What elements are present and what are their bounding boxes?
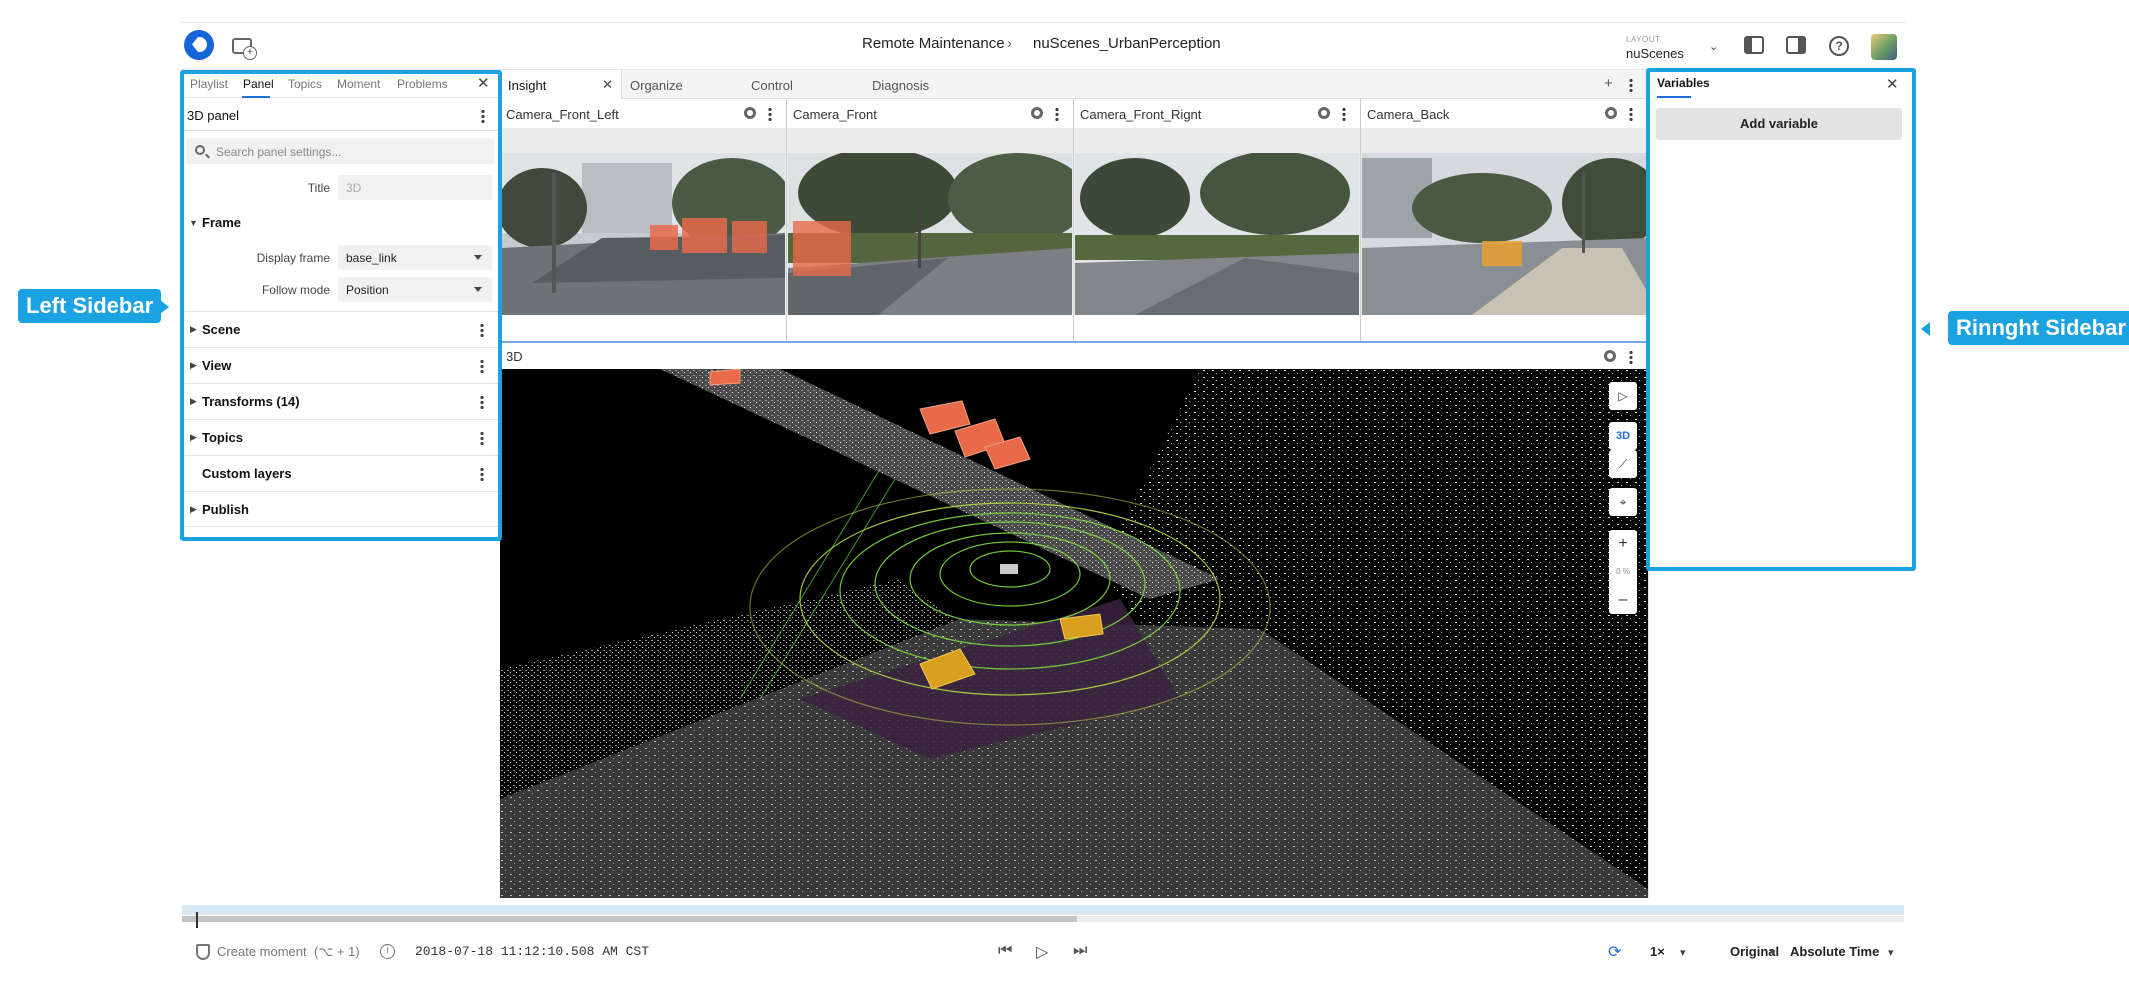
playback-speed-select[interactable]: 1× bbox=[1650, 944, 1665, 959]
time-format-select[interactable]: Absolute Time bbox=[1790, 944, 1879, 959]
camera-panel-header: Camera_Front bbox=[787, 99, 1073, 128]
chevron-down-icon[interactable]: ▾ bbox=[1680, 946, 1686, 959]
gear-icon[interactable] bbox=[1605, 107, 1617, 119]
layout-selector[interactable]: nuScenes bbox=[1626, 46, 1684, 61]
zoom-control: + 0 % – bbox=[1609, 530, 1637, 614]
tab-label: Insight bbox=[508, 78, 547, 93]
camera-image-front-left bbox=[502, 153, 785, 315]
create-moment-shortcut: (⌥ + 1) bbox=[314, 944, 360, 959]
right-sidebar-callout: Rinnght Sidebar bbox=[1948, 311, 2129, 345]
timeline-track[interactable] bbox=[182, 905, 1904, 915]
panel-menu-icon[interactable] bbox=[1629, 350, 1633, 364]
camera-panel-header: Camera_Back bbox=[1361, 99, 1648, 128]
toggle-left-sidebar-icon[interactable] bbox=[1744, 36, 1764, 54]
breadcrumb-separator-icon: › bbox=[1007, 35, 1012, 52]
play-icon[interactable]: ▷ bbox=[1036, 942, 1048, 962]
panel-3d-header: 3D bbox=[500, 341, 1648, 369]
callout-arrow-icon bbox=[1921, 322, 1930, 336]
help-icon[interactable]: ? bbox=[1829, 36, 1849, 56]
new-window-icon[interactable] bbox=[232, 38, 257, 60]
tab-control[interactable]: Control bbox=[743, 70, 801, 99]
info-icon[interactable]: i bbox=[380, 944, 395, 959]
create-moment-button[interactable]: Create moment bbox=[217, 944, 307, 959]
panel-divider bbox=[786, 99, 787, 341]
left-sidebar-highlight bbox=[180, 70, 502, 541]
breadcrumb-current[interactable]: nuScenes_UrbanPerception bbox=[1033, 35, 1221, 52]
add-tab-icon[interactable]: + bbox=[1604, 75, 1613, 92]
camera-panel-header: Camera_Front_Left bbox=[500, 99, 786, 128]
skip-back-icon[interactable]: ⏮ bbox=[998, 942, 1012, 960]
zoom-in-icon[interactable]: + bbox=[1609, 530, 1637, 558]
tab-diagnosis[interactable]: Diagnosis bbox=[864, 70, 937, 99]
breadcrumb-parent[interactable]: Remote Maintenance bbox=[862, 35, 1005, 52]
zoom-out-icon[interactable]: – bbox=[1609, 586, 1637, 614]
app-window: Remote Maintenance › nuScenes_UrbanPerce… bbox=[0, 0, 2129, 991]
current-timestamp: 2018-07-18 11:12:10.508 AM CST bbox=[415, 944, 650, 959]
timeline-progress bbox=[182, 916, 1077, 922]
tab-organize[interactable]: Organize bbox=[622, 70, 691, 99]
camera-panel-title: Camera_Back bbox=[1367, 107, 1450, 122]
right-sidebar-highlight bbox=[1646, 68, 1916, 571]
gear-icon[interactable] bbox=[1604, 350, 1616, 362]
chevron-down-icon[interactable]: ▾ bbox=[1888, 946, 1894, 959]
callout-arrow-icon bbox=[160, 300, 169, 314]
camera-image-front bbox=[788, 153, 1072, 315]
close-tab-icon[interactable]: ✕ bbox=[602, 77, 613, 93]
timeline-remaining bbox=[1077, 916, 1904, 922]
timeline-playhead[interactable] bbox=[196, 912, 198, 928]
loop-icon[interactable]: ⟳ bbox=[1608, 942, 1621, 962]
layout-label: LAYOUT bbox=[1626, 35, 1661, 44]
panel-menu-icon[interactable] bbox=[1629, 107, 1633, 121]
camera-panel-title: Camera_Front_Left bbox=[506, 107, 619, 122]
app-logo-icon[interactable] bbox=[184, 30, 214, 60]
tab-insight[interactable]: Insight ✕ bbox=[500, 70, 622, 99]
lidar-3d-viewport[interactable] bbox=[500, 369, 1648, 898]
user-avatar[interactable] bbox=[1871, 34, 1897, 60]
select-tool-icon[interactable]: ▷ bbox=[1609, 382, 1637, 410]
tabs-menu-icon[interactable] bbox=[1629, 78, 1633, 92]
skip-forward-icon[interactable]: ⏭ bbox=[1073, 942, 1087, 960]
focus-target-icon[interactable]: ⌖ bbox=[1609, 488, 1637, 516]
camera-panel-title: Camera_Front bbox=[793, 107, 877, 122]
camera-panel-title: Camera_Front_Rignt bbox=[1080, 107, 1202, 122]
panel-menu-icon[interactable] bbox=[768, 107, 772, 121]
panel-divider bbox=[1073, 99, 1074, 341]
chevron-down-icon[interactable]: ▾ bbox=[1770, 946, 1776, 959]
left-sidebar-callout: Left Sidebar bbox=[18, 289, 162, 323]
gear-icon[interactable] bbox=[1318, 107, 1330, 119]
chevron-down-icon[interactable]: ⌄ bbox=[1709, 40, 1718, 53]
view-mode-toggle[interactable]: 3D bbox=[1609, 422, 1637, 450]
panel-menu-icon[interactable] bbox=[1055, 107, 1059, 121]
panel-divider bbox=[1360, 99, 1361, 341]
gear-icon[interactable] bbox=[1031, 107, 1043, 119]
measure-ruler-icon[interactable]: ⟋ bbox=[1609, 450, 1637, 478]
shield-icon[interactable] bbox=[196, 944, 210, 960]
zoom-level: 0 % bbox=[1616, 567, 1630, 576]
gear-icon[interactable] bbox=[744, 107, 756, 119]
panel-3d-title: 3D bbox=[506, 349, 523, 364]
camera-image-front-right bbox=[1075, 153, 1359, 315]
toggle-right-sidebar-icon[interactable] bbox=[1786, 36, 1806, 54]
panel-menu-icon[interactable] bbox=[1342, 107, 1346, 121]
camera-panel-header: Camera_Front_Rignt bbox=[1074, 99, 1360, 128]
camera-image-back bbox=[1362, 153, 1648, 315]
